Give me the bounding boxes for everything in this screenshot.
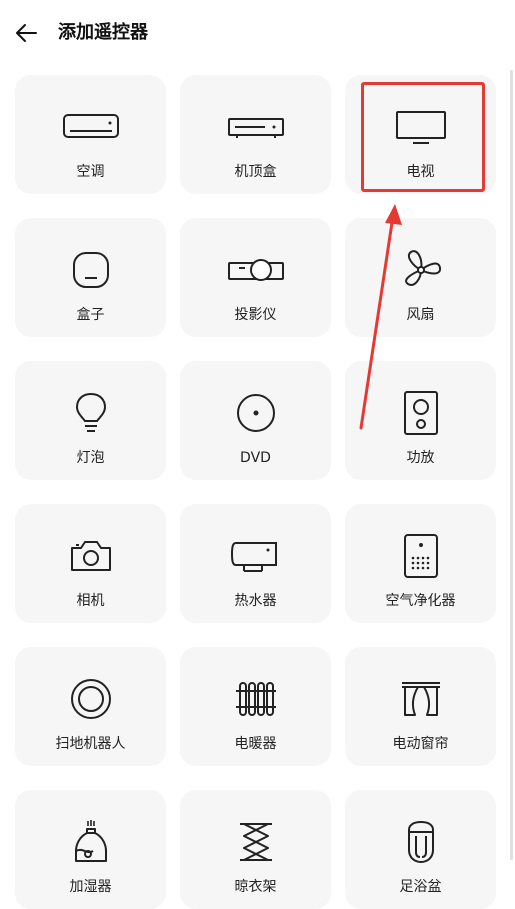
device-label: 晾衣架	[234, 879, 277, 895]
device-label: 灯泡	[76, 450, 105, 466]
water-heater-icon	[226, 534, 286, 578]
device-label: 热水器	[234, 593, 277, 609]
device-tile-robot-vacuum[interactable]: 扫地机器人	[15, 647, 166, 766]
device-label: 投影仪	[234, 307, 277, 323]
device-tile-set-top-box[interactable]: 机顶盒	[180, 75, 331, 194]
fan-icon	[391, 248, 451, 292]
dvd-icon	[226, 391, 286, 435]
device-label: 功放	[406, 450, 435, 466]
page-title: 添加遥控器	[58, 22, 148, 43]
device-label: 电视	[406, 164, 435, 180]
device-tile-heater[interactable]: 电暖器	[180, 647, 331, 766]
device-tile-curtain[interactable]: 电动窗帘	[345, 647, 496, 766]
device-label: 电动窗帘	[392, 736, 449, 752]
device-tile-foot-bath[interactable]: 足浴盆	[345, 790, 496, 909]
device-tile-air-purifier[interactable]: 空气净化器	[345, 504, 496, 623]
back-button[interactable]	[12, 20, 40, 46]
device-tile-humidifier[interactable]: 加湿器	[15, 790, 166, 909]
device-grid: 空调 机顶盒 电视 盒子 投影仪 风扇 灯泡 DVD 功放 相机 热水器 空气净…	[15, 75, 496, 909]
set-top-box-icon	[226, 105, 286, 149]
device-tile-clothes-rack[interactable]: 晾衣架	[180, 790, 331, 909]
air-purifier-icon	[391, 534, 451, 578]
device-label: 电暖器	[234, 736, 277, 752]
scrollbar[interactable]	[510, 70, 513, 860]
camera-icon	[61, 534, 121, 578]
foot-bath-icon	[391, 820, 451, 864]
device-label: 足浴盆	[399, 879, 442, 895]
device-label: 扫地机器人	[55, 736, 126, 752]
device-tile-dvd[interactable]: DVD	[180, 361, 331, 480]
amplifier-icon	[391, 391, 451, 435]
heater-icon	[226, 677, 286, 721]
device-label: 空气净化器	[385, 593, 456, 609]
device-tile-camera[interactable]: 相机	[15, 504, 166, 623]
humidifier-icon	[61, 820, 121, 864]
air-conditioner-icon	[61, 105, 121, 149]
device-label: 机顶盒	[234, 164, 277, 180]
top-bar: 添加遥控器	[0, 0, 515, 66]
device-tile-water-heater[interactable]: 热水器	[180, 504, 331, 623]
curtain-icon	[391, 677, 451, 721]
device-label: DVD	[240, 450, 271, 466]
device-label: 盒子	[76, 307, 105, 323]
device-tile-box[interactable]: 盒子	[15, 218, 166, 337]
clothes-rack-icon	[226, 820, 286, 864]
projector-icon	[226, 248, 286, 292]
device-tile-projector[interactable]: 投影仪	[180, 218, 331, 337]
device-tile-air-conditioner[interactable]: 空调	[15, 75, 166, 194]
device-tile-tv[interactable]: 电视	[345, 75, 496, 194]
robot-vacuum-icon	[61, 677, 121, 721]
tv-icon	[391, 105, 451, 149]
bulb-icon	[61, 391, 121, 435]
device-tile-amplifier[interactable]: 功放	[345, 361, 496, 480]
device-tile-bulb[interactable]: 灯泡	[15, 361, 166, 480]
device-tile-fan[interactable]: 风扇	[345, 218, 496, 337]
device-label: 加湿器	[69, 879, 112, 895]
device-label: 相机	[76, 593, 105, 609]
back-arrow-icon	[16, 24, 37, 42]
device-label: 空调	[76, 164, 105, 180]
box-icon	[61, 248, 121, 292]
device-label: 风扇	[406, 307, 435, 323]
